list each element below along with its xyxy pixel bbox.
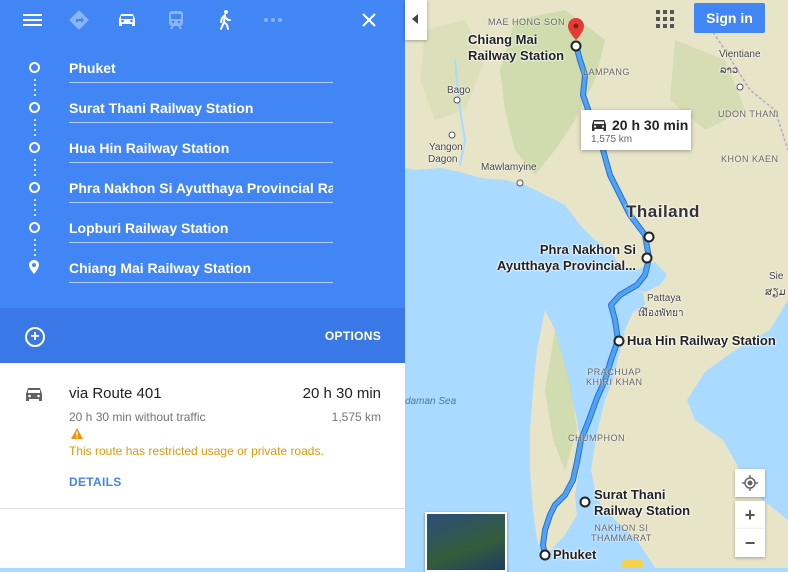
region-label: NAKHON SI THAMMARAT xyxy=(591,523,652,543)
my-location-button[interactable] xyxy=(735,469,765,497)
directions-panel: Phuket Surat Thani Railway Station Hua H… xyxy=(0,0,405,568)
waypoint-dot-icon xyxy=(29,62,40,73)
directions-header: Phuket Surat Thani Railway Station Hua H… xyxy=(0,0,405,363)
waypoint-input[interactable]: Phra Nakhon Si Ayutthaya Provincial Rail… xyxy=(69,180,333,196)
town-label: Mawlamyine xyxy=(481,162,537,173)
region-label: PRACHUAP KHIRI KHAN xyxy=(586,367,643,387)
town-label: Sie xyxy=(769,271,784,282)
input-underline xyxy=(69,82,333,83)
best-mode-icon[interactable] xyxy=(67,8,91,32)
region-label: CHUMPHON xyxy=(568,433,625,443)
place-label-ayutthaya[interactable]: Phra Nakhon Si Ayutthaya Provincial... xyxy=(497,242,636,274)
country-label: Thailand xyxy=(626,202,700,221)
waypoint-row[interactable]: Hua Hin Railway Station xyxy=(0,128,405,168)
walk-icon[interactable] xyxy=(213,8,237,32)
region-label: LAMPANG xyxy=(583,67,630,77)
town-label: Pattaya xyxy=(647,293,681,304)
town-label: Dagon xyxy=(428,154,458,165)
warning-icon xyxy=(71,428,83,439)
waypoint-row[interactable]: Lopburi Railway Station xyxy=(0,208,405,248)
waypoint-dot-icon xyxy=(29,222,40,233)
car-icon xyxy=(592,120,606,131)
input-underline xyxy=(69,202,333,203)
chevron-left-icon xyxy=(412,14,418,24)
route-duration: 20 h 30 min xyxy=(302,385,381,402)
waypoint-row[interactable]: Phra Nakhon Si Ayutthaya Provincial Rail… xyxy=(0,168,405,208)
town-label: เมืองพัทยา xyxy=(638,308,684,319)
input-underline xyxy=(69,282,333,283)
my-location-icon xyxy=(742,475,758,491)
menu-icon[interactable] xyxy=(21,8,45,32)
route-option[interactable]: via Route 401 20 h 30 min 20 h 30 min wi… xyxy=(0,363,405,509)
place-label-surat-thani[interactable]: Surat Thani Railway Station xyxy=(594,487,690,519)
region-label: UDON THANI xyxy=(718,109,779,119)
more-icon[interactable] xyxy=(261,8,285,32)
sea-label: daman Sea xyxy=(405,396,457,407)
town-label: Bago xyxy=(447,85,471,96)
waypoint-input[interactable]: Surat Thani Railway Station xyxy=(69,100,333,116)
transit-icon[interactable] xyxy=(164,8,188,32)
sign-in-button[interactable]: Sign in xyxy=(694,3,765,33)
destination-input[interactable]: Chiang Mai Railway Station xyxy=(69,260,333,276)
route-distance: 1,575 km xyxy=(331,410,381,424)
waypoint-dot-icon xyxy=(29,182,40,193)
place-label-hua-hin[interactable]: Hua Hin Railway Station xyxy=(627,333,776,349)
callout-distance: 1,575 km xyxy=(591,134,633,145)
zoom-out-button[interactable]: − xyxy=(735,529,765,557)
pegman-icon[interactable] xyxy=(622,560,644,568)
traffic-note: 20 h 30 min without traffic xyxy=(69,410,206,424)
route-duration-callout[interactable]: 20 h 30 min 1,575 km xyxy=(581,110,691,150)
options-bar: + OPTIONS xyxy=(0,308,405,363)
satellite-toggle-thumbnail[interactable] xyxy=(425,512,507,572)
car-icon[interactable] xyxy=(115,8,139,32)
route-warning: This route has restricted usage or priva… xyxy=(69,444,324,458)
waypoint-input[interactable]: Hua Hin Railway Station xyxy=(69,140,333,156)
destination-row[interactable]: Chiang Mai Railway Station xyxy=(0,248,405,288)
destination-pin-icon xyxy=(29,260,39,274)
input-underline xyxy=(69,242,333,243)
details-link[interactable]: DETAILS xyxy=(69,475,122,489)
town-label: Yangon xyxy=(429,142,463,153)
town-label: Vientiane xyxy=(719,49,761,60)
waypoint-input[interactable]: Phuket xyxy=(69,60,333,76)
region-label: KHON KAEN xyxy=(721,154,779,164)
travel-mode-bar xyxy=(0,0,405,40)
callout-duration: 20 h 30 min xyxy=(612,117,689,133)
route-name: via Route 401 xyxy=(69,385,162,402)
place-label-chiang-mai[interactable]: Chiang Mai Railway Station xyxy=(468,32,564,64)
waypoint-dot-icon xyxy=(29,142,40,153)
add-destination-icon[interactable]: + xyxy=(25,327,45,347)
town-label: ລາວ xyxy=(720,65,739,76)
town-label: ສຽມ xyxy=(765,287,786,298)
waypoint-row[interactable]: Surat Thani Railway Station xyxy=(0,88,405,128)
map-canvas[interactable]: Chiang Mai Railway Station MAE HONG SON L… xyxy=(405,0,788,568)
car-icon xyxy=(26,388,42,401)
region-label: MAE HONG SON xyxy=(488,17,566,27)
input-underline xyxy=(69,122,333,123)
zoom-in-button[interactable]: + xyxy=(735,501,765,529)
input-underline xyxy=(69,162,333,163)
waypoint-input[interactable]: Lopburi Railway Station xyxy=(69,220,333,236)
close-icon[interactable] xyxy=(357,8,381,32)
place-label-phuket[interactable]: Phuket xyxy=(553,547,596,563)
waypoint-row[interactable]: Phuket xyxy=(0,48,405,88)
options-button[interactable]: OPTIONS xyxy=(325,329,381,343)
apps-grid-icon[interactable] xyxy=(656,10,674,28)
waypoint-dot-icon xyxy=(29,102,40,113)
collapse-panel-button[interactable] xyxy=(405,0,427,40)
